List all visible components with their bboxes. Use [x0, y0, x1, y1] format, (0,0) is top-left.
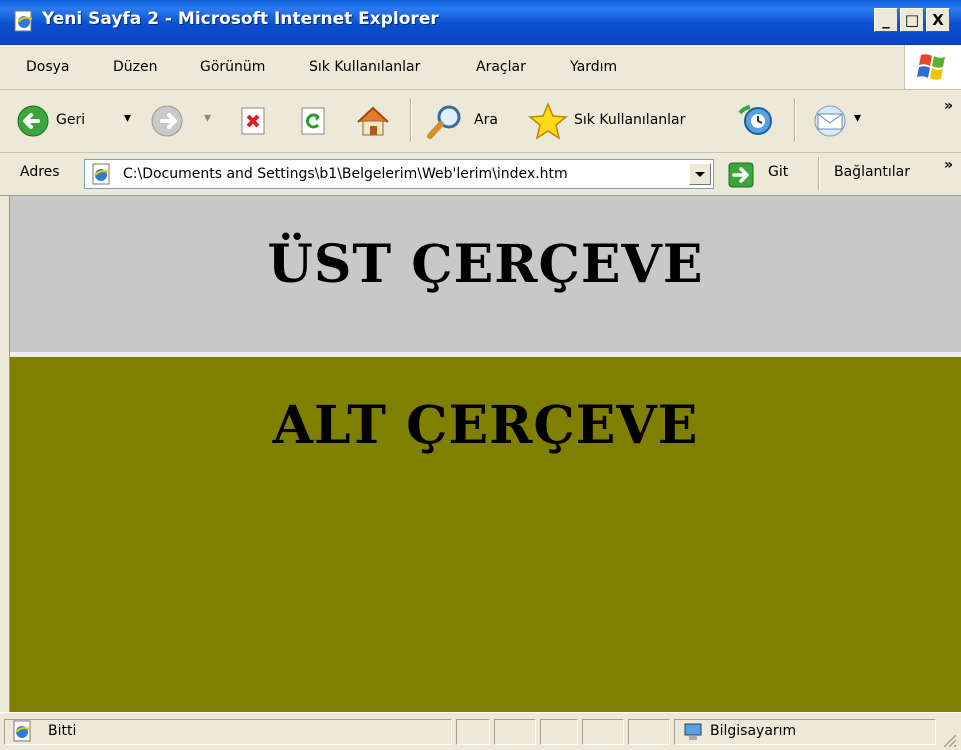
resize-grip-icon[interactable] [940, 731, 958, 749]
go-arrow-icon[interactable] [728, 162, 754, 188]
search-icon[interactable] [424, 104, 466, 140]
status-bar: Bitti Bilgisayarım [0, 712, 961, 750]
address-input[interactable]: C:\Documents and Settings\b1\Belgelerim\… [84, 159, 714, 189]
ie-page-icon [14, 10, 33, 32]
menu-favorites[interactable]: Sık Kullanılanlar [309, 59, 420, 75]
top-frame-heading: ÜST ÇERÇEVE [267, 234, 704, 295]
windows-flag-icon [917, 54, 945, 80]
address-dropdown-button[interactable] [689, 163, 711, 185]
menu-araclar[interactable]: Araçlar [476, 59, 526, 75]
status-zone-text: Bilgisayarım [710, 723, 797, 739]
close-button[interactable]: X [926, 8, 950, 32]
windows-logo [904, 45, 961, 89]
bottom-frame: ALT ÇERÇEVE [10, 357, 961, 712]
history-icon[interactable] [736, 103, 776, 139]
ie-page-icon [92, 163, 110, 185]
favorites-star-icon[interactable] [528, 102, 568, 140]
toolbar-separator [794, 98, 796, 142]
menu-gorunum[interactable]: Görünüm [200, 59, 265, 75]
title-bar[interactable]: Yeni Sayfa 2 - Microsoft Internet Explor… [0, 0, 961, 45]
frame-border-left [0, 196, 10, 712]
go-button-label[interactable]: Git [768, 164, 788, 180]
maximize-button[interactable]: □ [900, 8, 924, 32]
back-arrow-icon[interactable] [16, 104, 50, 138]
refresh-icon[interactable] [298, 106, 328, 136]
minimize-button[interactable]: _ [874, 8, 898, 32]
back-history-dropdown[interactable]: ▾ [124, 110, 131, 126]
status-main-pane [4, 719, 452, 745]
computer-zone-icon [684, 723, 702, 740]
back-button-label[interactable]: Geri [56, 112, 85, 128]
forward-history-dropdown[interactable]: ▾ [204, 110, 211, 126]
menu-yardim[interactable]: Yardım [570, 59, 617, 75]
standard-toolbar: Geri ▾ ▾ Ara Sık Kullanılanlar ▾ » [0, 90, 961, 153]
address-separator [818, 157, 820, 191]
top-frame: ÜST ÇERÇEVE [10, 196, 961, 356]
mail-dropdown[interactable]: ▾ [854, 110, 861, 126]
status-pane [582, 719, 624, 745]
menu-bar: Dosya Düzen Görünüm Sık Kullanılanlar Ar… [0, 45, 961, 90]
menu-dosya[interactable]: Dosya [26, 59, 70, 75]
favorites-button-label[interactable]: Sık Kullanılanlar [574, 112, 685, 128]
links-label[interactable]: Bağlantılar [834, 164, 910, 180]
search-button-label[interactable]: Ara [474, 112, 498, 128]
address-value: C:\Documents and Settings\b1\Belgelerim\… [123, 166, 568, 182]
stop-icon[interactable] [238, 106, 268, 136]
links-overflow-chevron[interactable]: » [944, 157, 953, 173]
mail-icon[interactable] [810, 104, 850, 138]
chevron-down-icon [695, 172, 705, 177]
home-icon[interactable] [354, 102, 392, 140]
menu-duzen[interactable]: Düzen [113, 59, 158, 75]
toolbar-overflow-chevron[interactable]: » [944, 98, 953, 114]
address-label: Adres [20, 164, 60, 180]
status-pane [540, 719, 578, 745]
address-bar: Adres C:\Documents and Settings\b1\Belge… [0, 153, 961, 196]
bottom-frame-heading: ALT ÇERÇEVE [272, 395, 699, 456]
status-pane [494, 719, 536, 745]
toolbar-separator [410, 98, 412, 142]
forward-arrow-icon[interactable] [150, 104, 184, 138]
status-pane [628, 719, 670, 745]
status-pane [456, 719, 490, 745]
window-title: Yeni Sayfa 2 - Microsoft Internet Explor… [42, 9, 439, 29]
